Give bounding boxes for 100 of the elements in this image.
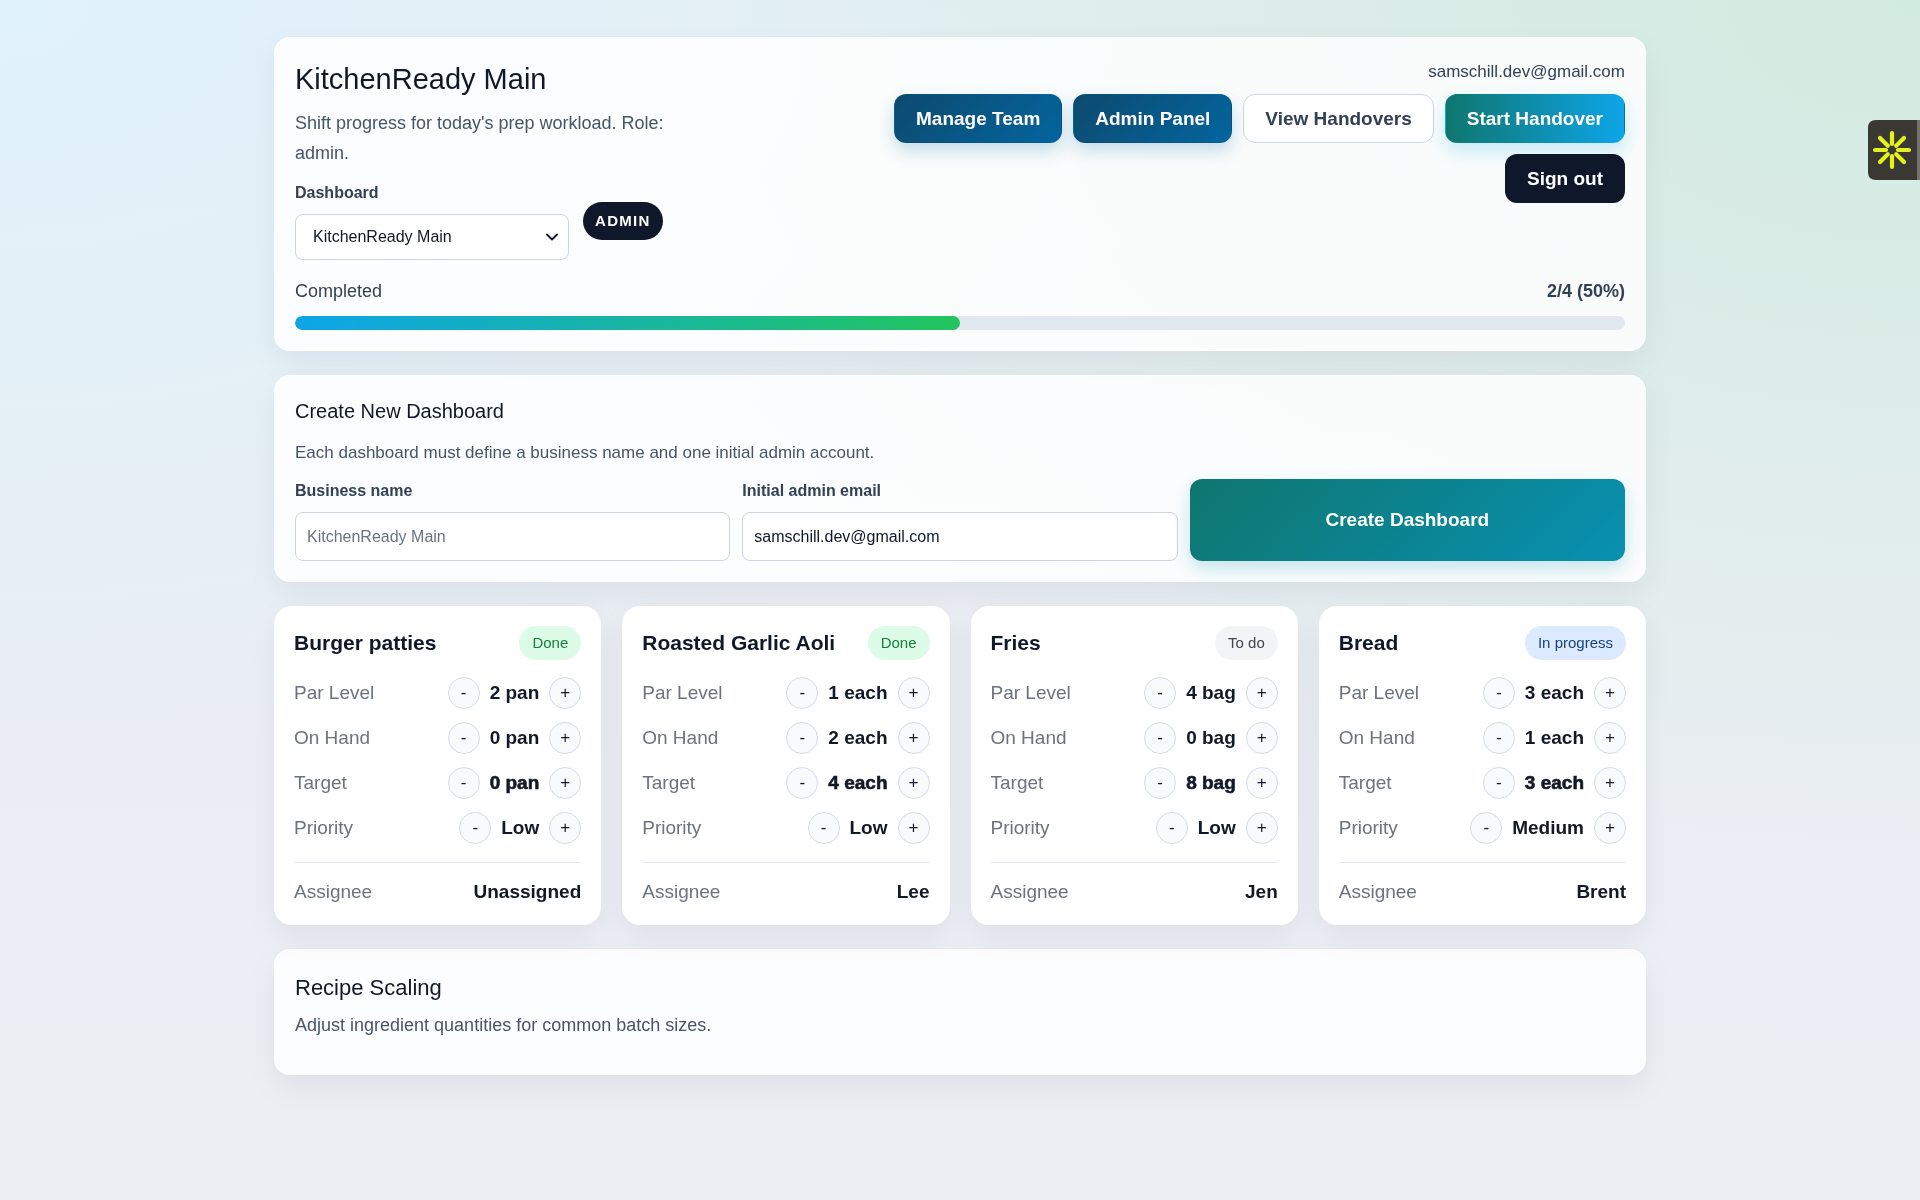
input-field[interactable]: samschill.dev@gmail.com [742,512,1178,561]
user-email: samschill.dev@gmail.com [1428,62,1625,82]
increment-button[interactable]: + [1594,677,1626,709]
field-label: Priority [1338,816,1398,840]
decrement-button[interactable]: - [447,767,480,799]
increment-button[interactable]: + [1594,812,1626,844]
increment-button[interactable]: + [549,722,582,754]
decrement-button[interactable]: - [1155,812,1188,844]
item-name: Burger patties [294,630,437,656]
decrement-button[interactable]: - [1144,767,1177,799]
decrement-button[interactable]: - [1144,677,1177,709]
increment-button[interactable]: + [1245,677,1278,709]
field-label: Par Level [294,681,375,705]
field-label: Par Level [642,681,723,705]
increment-button[interactable]: + [897,812,930,844]
field-label: On Hand [1338,726,1415,750]
increment-button[interactable]: + [1245,722,1278,754]
chevron-icon [546,233,558,241]
increment-button[interactable]: + [1594,767,1626,799]
decrement-button[interactable]: - [1144,722,1177,754]
field-label: Target [642,771,696,795]
field-value: 2 each [828,726,888,750]
field-value: 4 each [828,771,888,795]
assignee-name: Jen [1245,880,1278,904]
field-label: On Hand [990,726,1067,750]
item-name: Bread [1338,630,1399,656]
dashboard-label: Dashboard [295,183,379,203]
form-label: Initial admin email [742,481,883,501]
decrement-button[interactable]: - [786,677,819,709]
increment-button[interactable]: + [1245,767,1278,799]
action-button[interactable]: Sign out [1505,154,1625,203]
decrement-button[interactable]: - [786,722,819,754]
assignee-name: Lee [896,880,930,904]
item-name: Roasted Garlic Aoli [642,630,836,656]
assignee-label: Assignee [294,880,373,904]
status-badge: In progress [1524,626,1626,660]
increment-button[interactable]: + [549,812,582,844]
decrement-button[interactable]: - [1482,767,1515,799]
field-label: Priority [990,816,1050,840]
status-badge: To do [1215,626,1278,660]
input-field[interactable]: KitchenReady Main [295,512,731,561]
decrement-button[interactable]: - [1482,722,1515,754]
action-button[interactable]: Start Handover [1444,94,1625,143]
asterisk-icon[interactable] [1868,120,1920,180]
section-description: Adjust ingredient quantities for common batch sizes. [295,1014,713,1037]
assignee-label: Assignee [1338,880,1417,904]
action-button[interactable]: Admin Panel [1073,94,1233,143]
field-label: Par Level [990,681,1071,705]
progress-label: Completed [295,280,383,303]
field-value: 8 bag [1186,771,1236,795]
decrement-button[interactable]: - [447,722,480,754]
action-button[interactable]: View Handovers [1243,94,1434,143]
decrement-button[interactable]: - [1470,812,1503,844]
dashboard-select[interactable]: KitchenReady Main [295,214,569,260]
field-value: Medium [1512,816,1584,840]
dashboard-title: KitchenReady Main [295,62,548,97]
section-title: Recipe Scaling [295,974,443,1002]
field-label: Target [1338,771,1392,795]
field-label: Priority [642,816,702,840]
increment-button[interactable]: + [1594,722,1626,754]
field-value: 2 pan [489,681,540,705]
section-description: Each dashboard must define a business name and one initial admin account. [295,442,876,464]
assignee-name: Unassigned [473,880,582,904]
field-value: 0 pan [489,771,540,795]
decrement-button[interactable]: - [459,812,492,844]
assignee-name: Brent [1576,880,1626,904]
status-badge: Done [867,626,930,660]
progress-reading: 2/4 (50%) [1546,280,1625,303]
field-value: Low [1197,816,1236,840]
increment-button[interactable]: + [897,722,930,754]
increment-button[interactable]: + [549,677,582,709]
decrement-button[interactable]: - [447,677,480,709]
field-value: Low [501,816,540,840]
field-value: Low [849,816,888,840]
increment-button[interactable]: + [897,677,930,709]
decrement-button[interactable]: - [786,767,819,799]
item-name: Fries [990,630,1041,656]
increment-button[interactable]: + [897,767,930,799]
decrement-button[interactable]: - [1482,677,1515,709]
field-value: 4 bag [1186,681,1236,705]
create-dashboard-button[interactable]: Create Dashboard [1189,479,1625,561]
field-value: 0 bag [1186,726,1236,750]
section-title: Create New Dashboard [295,399,505,423]
field-label: On Hand [294,726,371,750]
field-label: On Hand [642,726,719,750]
increment-button[interactable]: + [1245,812,1278,844]
field-label: Par Level [1338,681,1420,705]
status-badge: Done [519,626,582,660]
action-button[interactable]: Manage Team [894,94,1063,143]
field-label: Priority [294,816,354,840]
field-value: 3 each [1524,681,1584,705]
field-label: Target [294,771,347,795]
field-value: 1 each [1524,726,1584,750]
field-value: 1 each [828,681,888,705]
field-label: Target [990,771,1044,795]
decrement-button[interactable]: - [807,812,840,844]
role-badge: ADMIN [583,201,663,240]
field-value: 3 each [1524,771,1584,795]
field-value: 0 pan [489,726,540,750]
increment-button[interactable]: + [549,767,582,799]
